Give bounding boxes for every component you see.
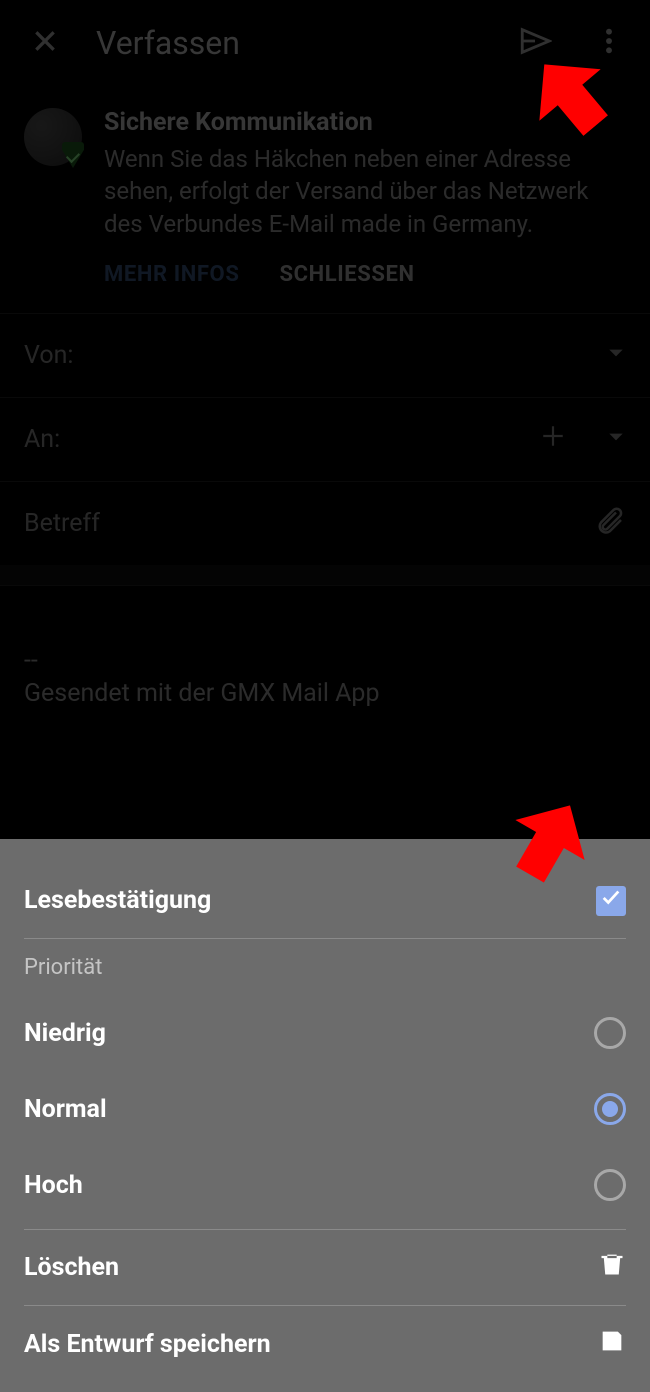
options-sheet: Lesebestätigung Priorität Niedrig Normal… [0, 839, 650, 1392]
read-receipt-checkbox[interactable] [596, 886, 626, 916]
chevron-down-icon[interactable] [606, 425, 626, 454]
radio-selected-icon [594, 1093, 626, 1125]
delete-row[interactable]: Löschen [24, 1230, 626, 1306]
priority-normal-label: Normal [24, 1095, 594, 1124]
email-body[interactable]: -- Gesendet mit der GMX Mail App [0, 585, 650, 768]
priority-high-label: Hoch [24, 1171, 594, 1200]
check-icon [600, 886, 622, 915]
chevron-down-icon [606, 341, 626, 370]
priority-low-label: Niedrig [24, 1019, 594, 1048]
avatar [24, 108, 82, 166]
priority-normal[interactable]: Normal [24, 1071, 626, 1147]
close-icon [32, 28, 58, 58]
save-draft-row[interactable]: Als Entwurf speichern [24, 1306, 626, 1382]
add-recipient-button[interactable] [540, 423, 566, 456]
info-close-button[interactable]: SCHLIESSEN [279, 262, 414, 287]
signature-separator: -- [24, 646, 626, 675]
subject-field[interactable]: Betreff [0, 481, 650, 565]
priority-header: Priorität [24, 939, 626, 995]
priority-group: Priorität Niedrig Normal Hoch [24, 939, 626, 1230]
save-draft-label: Als Entwurf speichern [24, 1330, 598, 1359]
from-label: Von: [24, 341, 606, 370]
delete-label: Löschen [24, 1253, 598, 1282]
radio-unselected-icon [594, 1169, 626, 1201]
radio-unselected-icon [594, 1017, 626, 1049]
priority-low[interactable]: Niedrig [24, 995, 626, 1071]
plus-icon [540, 427, 566, 456]
send-icon [518, 24, 552, 62]
subject-label: Betreff [24, 509, 596, 538]
save-icon [598, 1327, 626, 1362]
to-label: An: [24, 425, 540, 454]
to-field[interactable]: An: [0, 397, 650, 481]
more-vertical-icon [593, 25, 625, 61]
trash-icon [598, 1250, 626, 1285]
signature-text: Gesendet mit der GMX Mail App [24, 679, 626, 708]
attach-button[interactable] [596, 505, 626, 542]
appbar-title: Verfassen [96, 24, 512, 62]
from-field[interactable]: Von: [0, 313, 650, 397]
priority-high[interactable]: Hoch [24, 1147, 626, 1223]
more-info-link[interactable]: MEHR INFOS [104, 262, 239, 287]
paperclip-icon [596, 513, 626, 542]
read-receipt-label: Lesebestätigung [24, 886, 596, 915]
close-button[interactable] [22, 20, 68, 66]
info-body: Wenn Sie das Häkchen neben einer Adresse… [104, 143, 626, 240]
